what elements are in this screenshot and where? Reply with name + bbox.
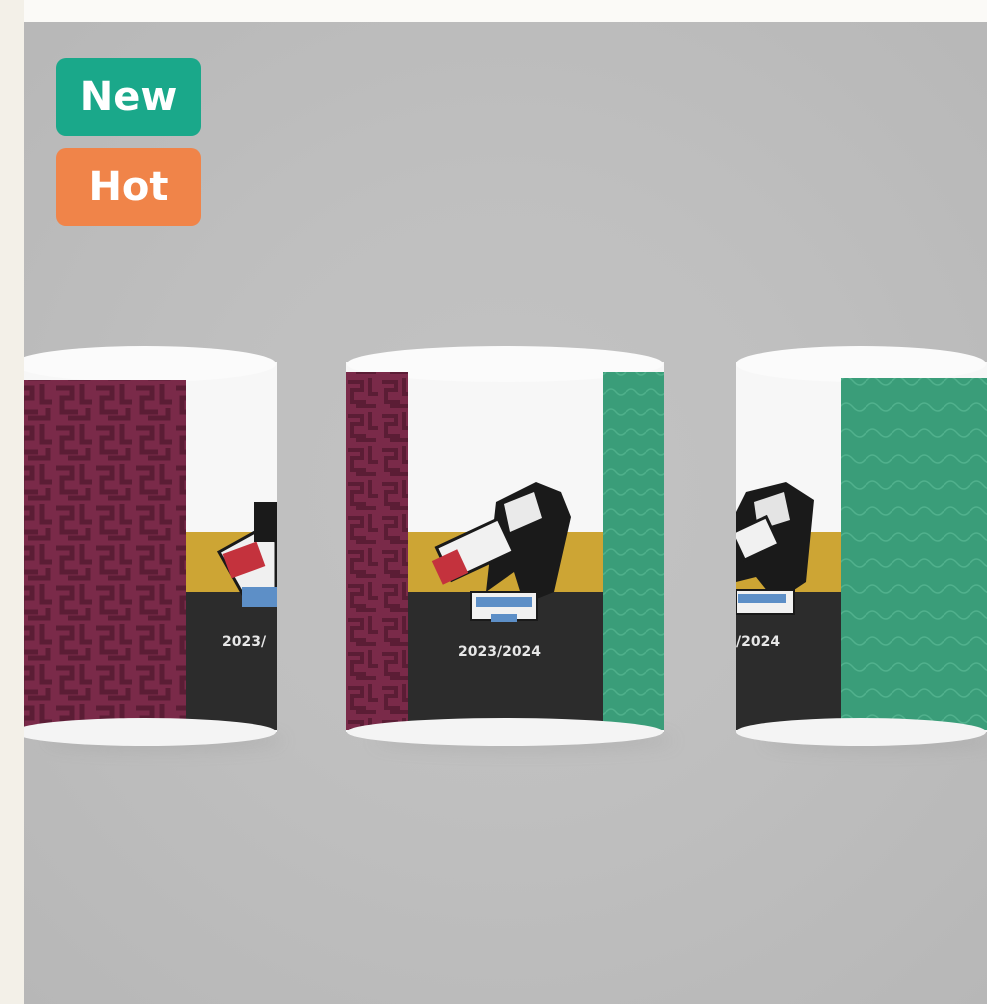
mug-right-view: /2024 [736,342,987,749]
new-badge: New [56,58,201,136]
product-main-image[interactable]: 2023/ 2023/2024 /2024 New Hot [24,22,987,1004]
mug-center-view: 2023/2024 [346,342,664,749]
image-top-border [24,0,987,22]
mug-right-year: /2024 [736,634,780,650]
mug-left-view: 2023/ [24,342,277,749]
mug-center-year: 2023/2024 [458,644,541,660]
hot-badge: Hot [56,148,201,226]
mug-left-year: 2023/ [222,634,267,650]
product-gallery-page: 2023/ 2023/2024 /2024 New Hot [0,0,987,1004]
